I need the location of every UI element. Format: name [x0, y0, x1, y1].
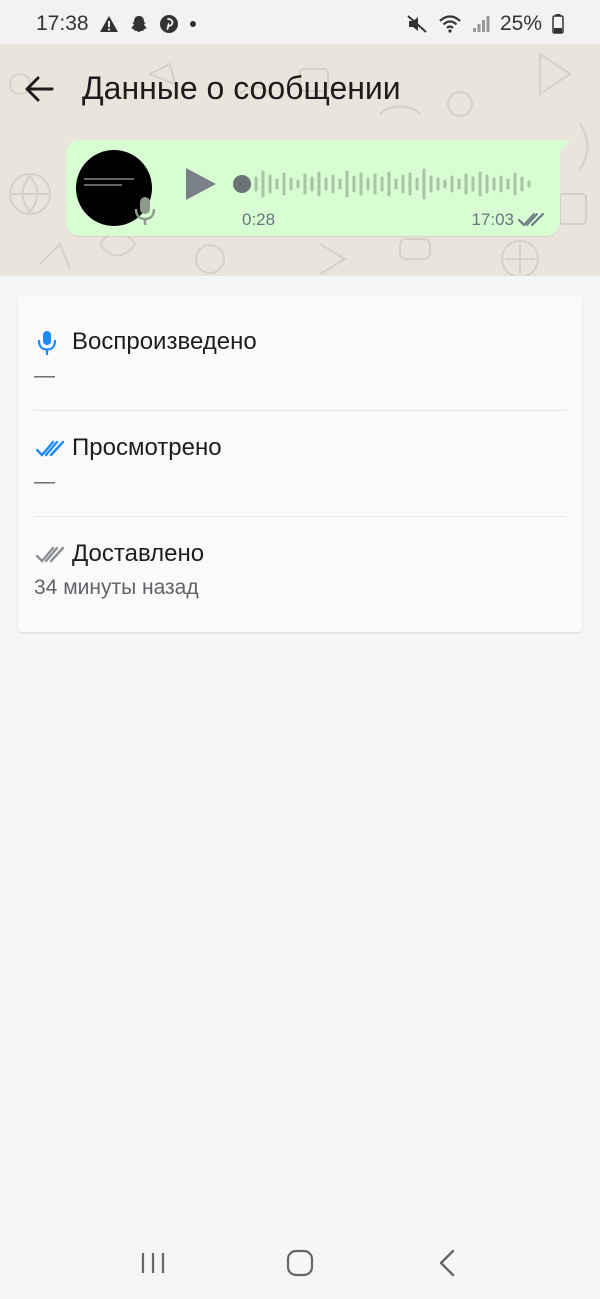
avatar-detail [84, 178, 134, 180]
info-row-read: Просмотрено — [34, 402, 566, 508]
info-label-played: Воспроизведено [72, 328, 257, 355]
info-value-played: — [34, 364, 55, 387]
back-icon [439, 1249, 454, 1276]
snapchat-icon [129, 14, 149, 34]
info-label-delivered: Доставлено [72, 540, 205, 567]
voice-duration: 0:28 [242, 210, 276, 229]
info-value-read: — [34, 470, 55, 493]
info-value-delivered: 34 минуты назад [34, 576, 199, 599]
info-label-read: Просмотрено [72, 434, 222, 461]
info-row-played: Воспроизведено — [34, 296, 566, 402]
avatar-detail [84, 184, 122, 186]
home-icon [286, 1249, 314, 1276]
battery-icon [552, 14, 564, 34]
arrow-left-icon [25, 76, 54, 102]
mic-icon [36, 330, 58, 361]
mute-icon [406, 14, 428, 34]
double-check-icon [35, 440, 66, 463]
system-navigation-bar [0, 1226, 600, 1299]
warning-icon [99, 15, 119, 33]
status-time: 17:38 [36, 12, 89, 35]
recents-button[interactable] [123, 1238, 183, 1288]
info-row-delivered: Доставлено 34 минуты назад [34, 508, 566, 614]
dot-icon [189, 20, 197, 28]
play-button[interactable] [184, 166, 218, 207]
nav-back-button[interactable] [417, 1238, 477, 1288]
status-left: 17:38 [36, 12, 197, 36]
message-info-card: Воспроизведено — Просмотрено — Доставлен… [18, 296, 582, 632]
recents-icon [142, 1252, 165, 1273]
mic-icon [134, 196, 156, 231]
page-title: Данные о сообщении [82, 70, 401, 106]
pinterest-icon [159, 14, 179, 34]
double-check-icon [35, 546, 66, 569]
audio-waveform[interactable] [232, 164, 542, 204]
voice-message-bubble[interactable]: 0:28 17:03 [66, 140, 570, 236]
play-icon [186, 168, 216, 200]
back-button[interactable] [22, 72, 56, 106]
message-time: 17:03 [471, 210, 514, 229]
battery-percent: 25% [499, 12, 542, 35]
wifi-icon [438, 14, 462, 34]
status-bar: 17:38 25% [0, 0, 600, 48]
signal-icon [472, 15, 490, 33]
double-check-icon [518, 213, 544, 227]
message-preview-area: Данные о сообщении 0:28 17:03 [0, 44, 600, 276]
home-button[interactable] [270, 1238, 330, 1288]
bubble-tail [558, 140, 570, 154]
status-right: 25% [406, 12, 564, 36]
